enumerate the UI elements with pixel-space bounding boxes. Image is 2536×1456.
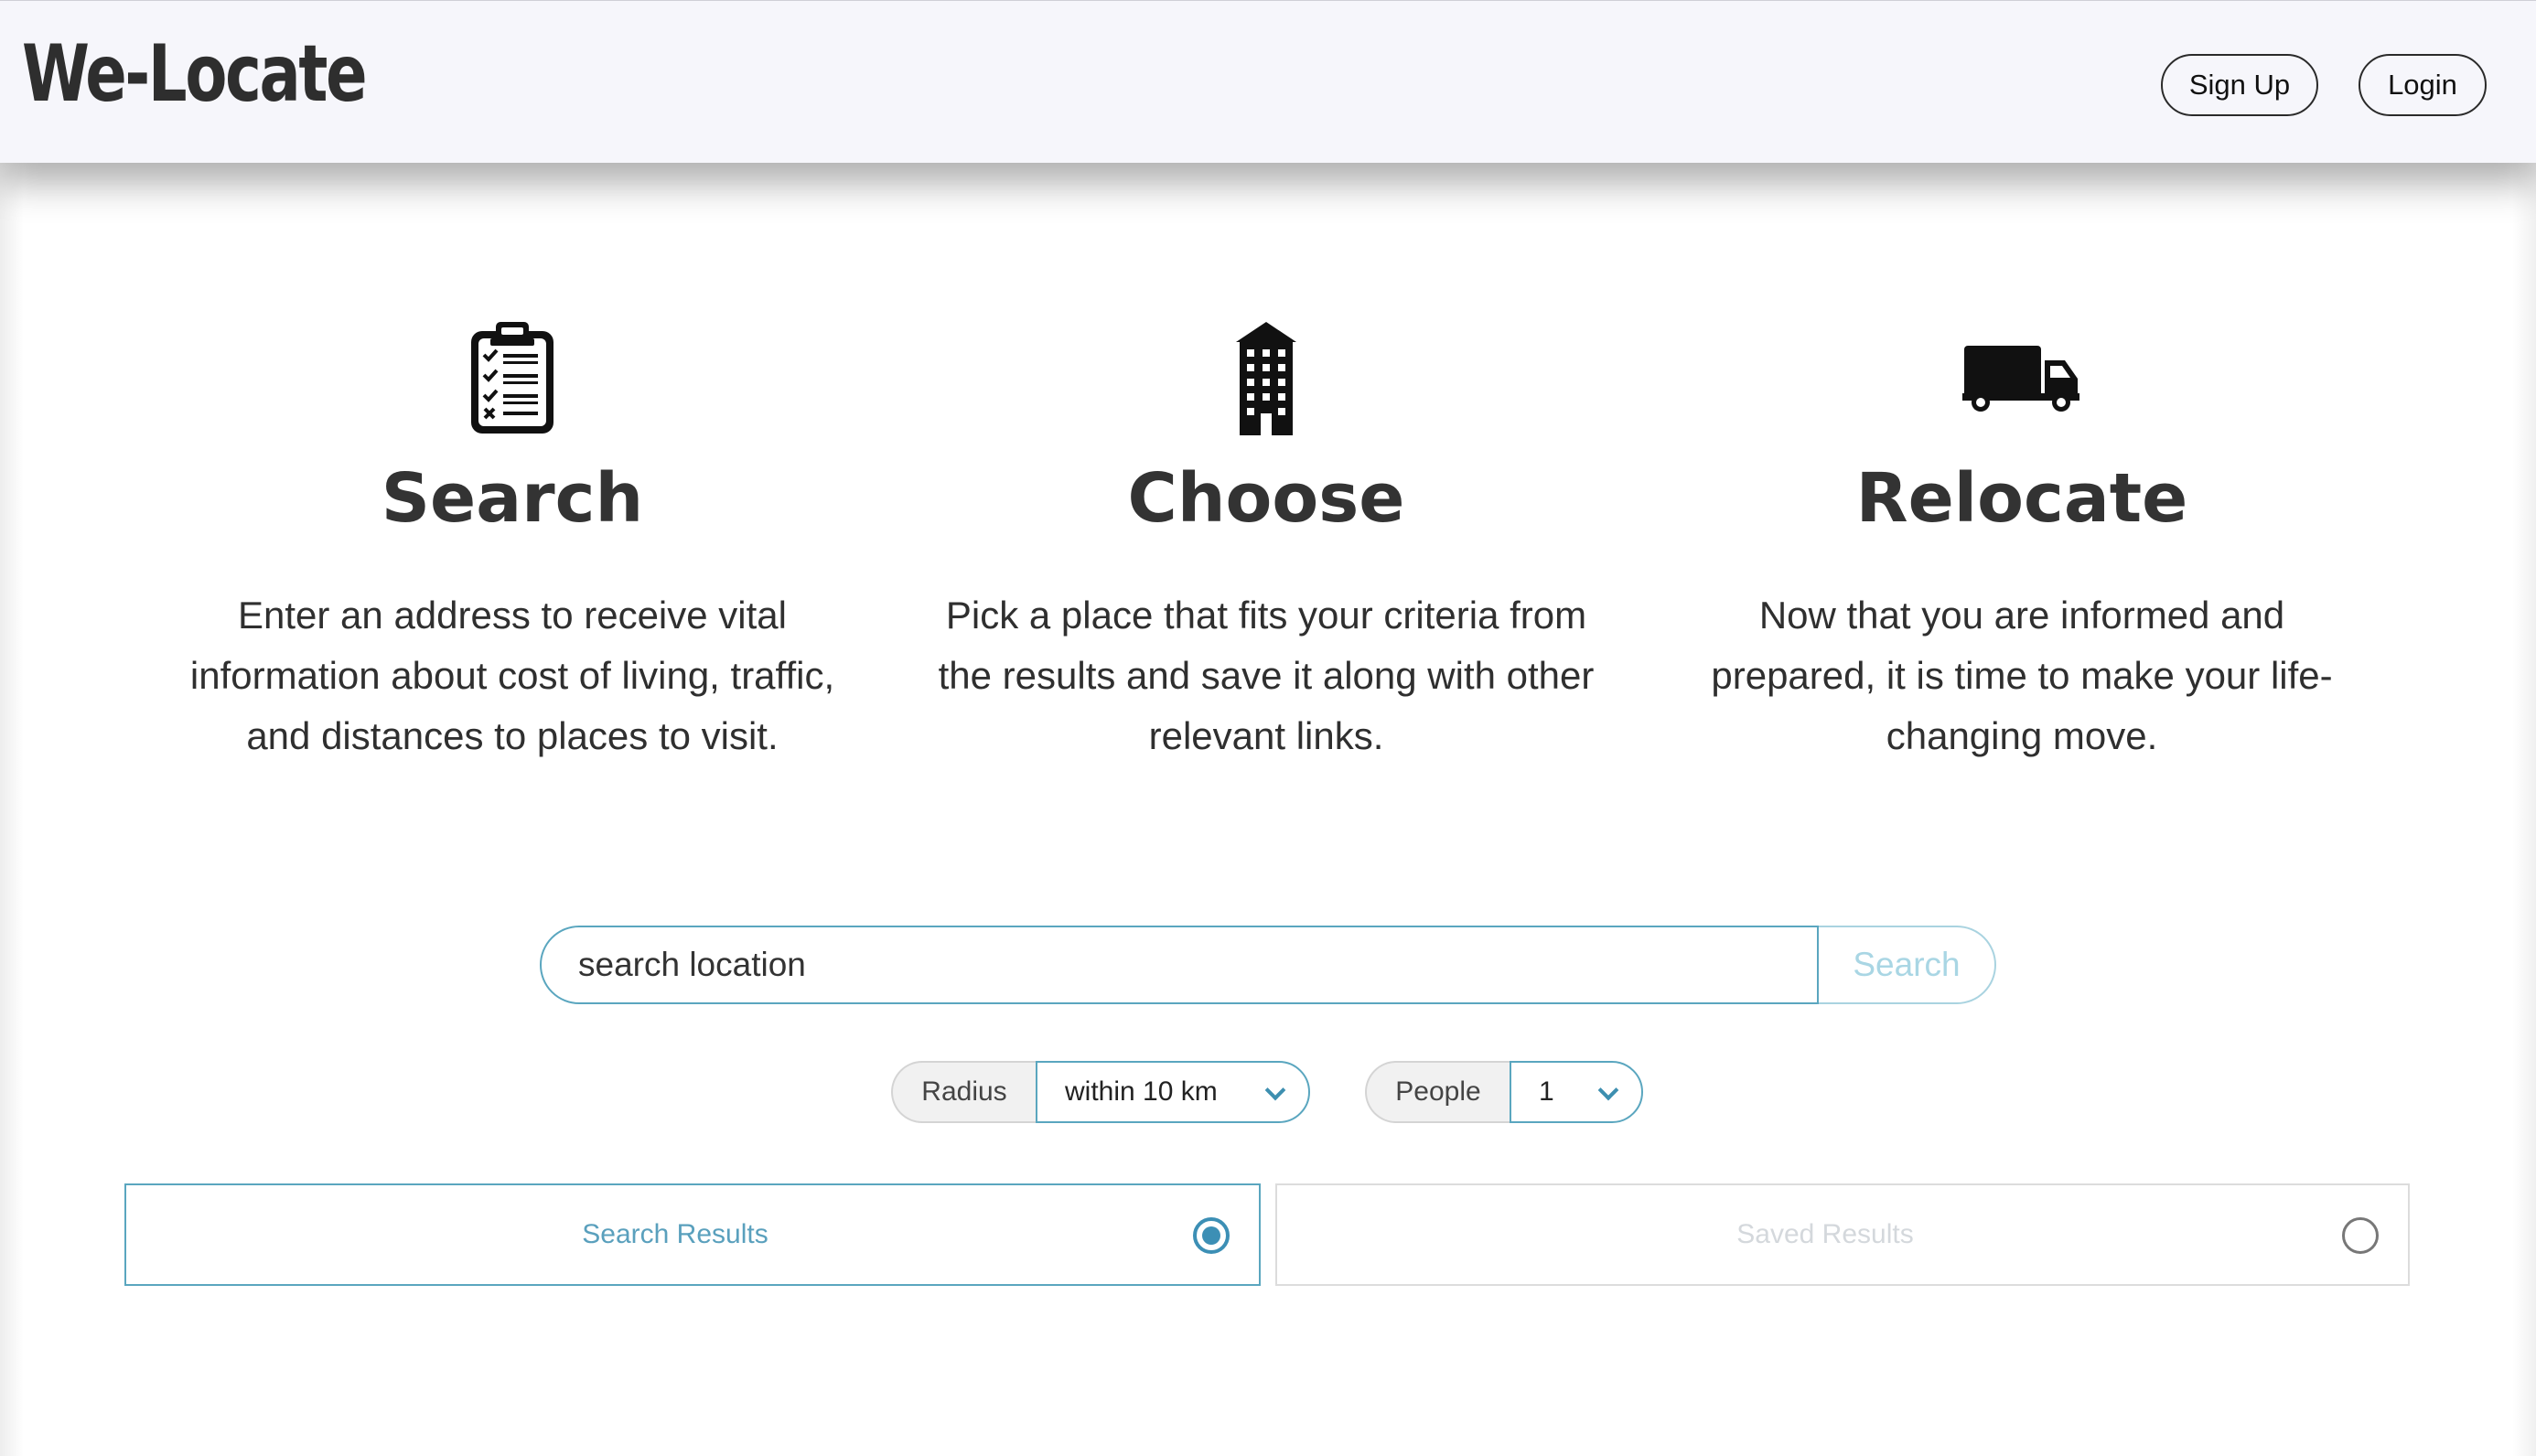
search-bar: Search — [540, 926, 1996, 1004]
sign-up-button[interactable]: Sign Up — [2161, 54, 2318, 116]
tab-saved-results[interactable]: Saved Results — [1275, 1183, 2410, 1286]
radio-unselected-icon[interactable] — [2342, 1217, 2379, 1254]
right-edge-shadow — [2512, 163, 2536, 1456]
login-button[interactable]: Login — [2359, 54, 2487, 116]
people-label: People — [1365, 1061, 1510, 1123]
feature-title: Relocate — [1855, 459, 2188, 538]
feature-title: Choose — [1127, 459, 1405, 538]
top-navbar: We-Locate Sign Up Login — [0, 0, 2536, 163]
feature-title: Search — [381, 459, 644, 538]
feature-relocate: Relocate Now that you are informed and p… — [1665, 318, 2379, 766]
people-value: 1 — [1539, 1076, 1554, 1107]
feature-choose: Choose Pick a place that fits your crite… — [909, 318, 1623, 766]
chevron-down-icon — [1597, 1079, 1619, 1101]
radius-label: Radius — [891, 1061, 1036, 1123]
feature-description: Enter an address to receive vital inform… — [189, 594, 835, 757]
truck-icon — [1665, 318, 2379, 439]
left-edge-shadow — [0, 163, 24, 1456]
radius-value: within 10 km — [1065, 1076, 1218, 1107]
search-button[interactable]: Search — [1819, 926, 1996, 1004]
people-select[interactable]: 1 — [1510, 1061, 1643, 1123]
clipboard-checklist-icon — [156, 318, 869, 439]
tab-label: Search Results — [582, 1219, 768, 1249]
radius-select[interactable]: within 10 km — [1036, 1061, 1310, 1123]
chevron-down-icon — [1264, 1079, 1286, 1101]
radio-selected-icon[interactable] — [1193, 1217, 1230, 1254]
building-icon — [909, 318, 1623, 439]
page: We-Locate Sign Up Login Search Enter an … — [0, 0, 2536, 1456]
radius-filter: Radius within 10 km — [891, 1061, 1310, 1123]
brand-logo[interactable]: We-Locate — [22, 28, 368, 120]
search-location-input[interactable] — [540, 926, 1819, 1004]
people-filter: People 1 — [1365, 1061, 1643, 1123]
tab-label: Saved Results — [1736, 1219, 1914, 1249]
feature-description: Now that you are informed and prepared, … — [1711, 594, 2333, 757]
tab-search-results[interactable]: Search Results — [124, 1183, 1261, 1286]
feature-search: Search Enter an address to receive vital… — [156, 318, 869, 766]
feature-description: Pick a place that fits your criteria fro… — [938, 594, 1595, 757]
